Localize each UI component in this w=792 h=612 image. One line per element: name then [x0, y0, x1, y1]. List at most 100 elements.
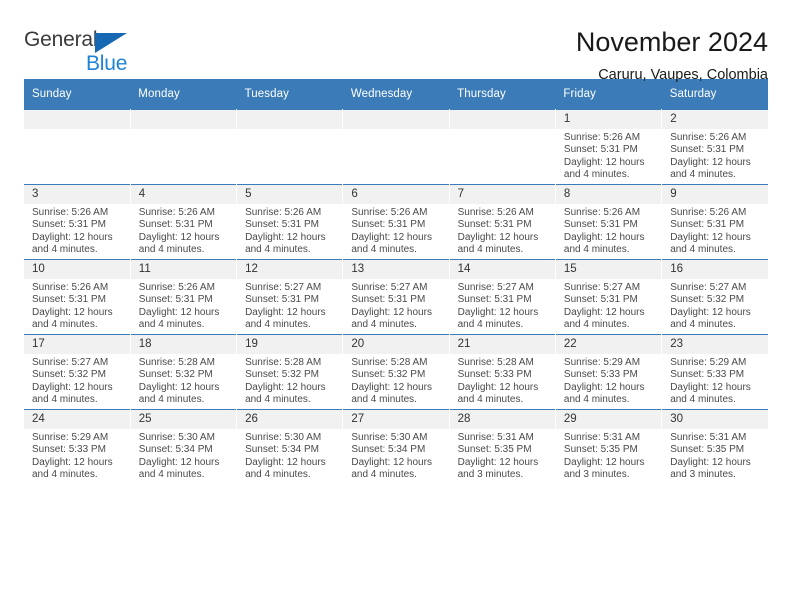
day-details: Sunrise: 5:31 AM Sunset: 5:35 PM Daylight:…	[556, 429, 661, 482]
calendar-day-cell[interactable]: 21 Sunrise: 5:28 AM Sunset: 5:33 PM Dayligh…	[449, 334, 556, 410]
calendar-day-cell[interactable]: 1 Sunrise: 5:26 AM Sunset: 5:31 PM Daylight…	[555, 109, 663, 185]
day-number: 30	[662, 410, 768, 429]
day-number: 14	[449, 260, 555, 279]
day-number	[24, 110, 130, 129]
calendar-day-cell[interactable]: 26 Sunrise: 5:30 AM Sunset: 5:34 PM Dayligh…	[236, 409, 344, 484]
day-number: 12	[237, 260, 343, 279]
day-number: 8	[555, 185, 662, 204]
calendar-day-cell[interactable]: 28 Sunrise: 5:31 AM Sunset: 5:35 PM Dayligh…	[449, 409, 556, 484]
sunset-text: Sunset: 5:33 PM	[563, 369, 638, 381]
calendar-day-cell[interactable]: 29 Sunrise: 5:31 AM Sunset: 5:35 PM Dayligh…	[555, 409, 663, 484]
calendar-day-cell[interactable]: 25 Sunrise: 5:30 AM Sunset: 5:34 PM Dayligh…	[130, 409, 238, 484]
day-number: 11	[130, 260, 237, 279]
sunset-text: Sunset: 5:31 PM	[670, 219, 745, 231]
calendar-day-cell[interactable]: 14 Sunrise: 5:27 AM Sunset: 5:31 PM Dayligh…	[449, 259, 556, 335]
sunset-text: Sunset: 5:31 PM	[563, 294, 638, 306]
sunrise-text: Sunrise: 5:26 AM	[670, 207, 747, 218]
sunset-text: Sunset: 5:33 PM	[670, 369, 745, 381]
day-number: 23	[662, 335, 768, 354]
sunrise-text: Sunrise: 5:26 AM	[138, 282, 215, 293]
sunset-text: Sunset: 5:35 PM	[670, 444, 745, 456]
day-number: 25	[130, 410, 237, 429]
day-cell-inner: 9 Sunrise: 5:26 AM Sunset: 5:31 PM Daylight…	[662, 185, 768, 259]
sunrise-text: Sunrise: 5:29 AM	[32, 432, 109, 443]
day-number: 21	[449, 335, 555, 354]
daylight-text: Daylight: 12 hours and 4 minutes.	[563, 231, 645, 256]
sunset-text: Sunset: 5:34 PM	[351, 444, 426, 456]
calendar-day-cell[interactable]: 22 Sunrise: 5:29 AM Sunset: 5:33 PM Dayligh…	[555, 334, 663, 410]
calendar-day-cell[interactable]: 19 Sunrise: 5:28 AM Sunset: 5:32 PM Dayligh…	[236, 334, 344, 410]
sunset-text: Sunset: 5:31 PM	[457, 294, 532, 306]
calendar-day-cell[interactable]: 27 Sunrise: 5:30 AM Sunset: 5:34 PM Dayligh…	[342, 409, 450, 484]
calendar-day-cell[interactable]: 3 Sunrise: 5:26 AM Sunset: 5:31 PM Daylight…	[24, 184, 131, 260]
logo-triangle-icon	[95, 33, 127, 53]
calendar-week-row: 10 Sunrise: 5:26 AM Sunset: 5:31 PM Dayligh…	[24, 259, 768, 335]
day-details: Sunrise: 5:26 AM Sunset: 5:31 PM Daylight:…	[131, 204, 236, 257]
calendar-day-cell[interactable]: 18 Sunrise: 5:28 AM Sunset: 5:32 PM Dayligh…	[130, 334, 238, 410]
day-number: 20	[343, 335, 449, 354]
calendar-day-cell[interactable]: 30 Sunrise: 5:31 AM Sunset: 5:35 PM Dayligh…	[661, 409, 768, 484]
sunset-text: Sunset: 5:32 PM	[670, 294, 745, 306]
day-cell-inner	[449, 110, 555, 184]
calendar-day-cell[interactable]: 7 Sunrise: 5:26 AM Sunset: 5:31 PM Daylight…	[449, 184, 556, 260]
calendar-day-cell[interactable]: 6 Sunrise: 5:26 AM Sunset: 5:31 PM Daylight…	[342, 184, 450, 260]
calendar-day-cell[interactable]: 15 Sunrise: 5:27 AM Sunset: 5:31 PM Dayligh…	[555, 259, 663, 335]
sunset-text: Sunset: 5:34 PM	[138, 444, 213, 456]
title-block: November 2024 Caruru, Vaupes, Colombia	[144, 26, 768, 86]
day-number: 5	[237, 185, 343, 204]
calendar-week-row: 17 Sunrise: 5:27 AM Sunset: 5:32 PM Dayligh…	[24, 334, 768, 410]
calendar-day-cell[interactable]: 4 Sunrise: 5:26 AM Sunset: 5:31 PM Daylight…	[130, 184, 238, 260]
sunrise-text: Sunrise: 5:28 AM	[245, 357, 322, 368]
calendar-day-cell[interactable]: 11 Sunrise: 5:26 AM Sunset: 5:31 PM Dayligh…	[130, 259, 238, 335]
sunrise-text: Sunrise: 5:26 AM	[351, 207, 428, 218]
daylight-text: Daylight: 12 hours and 4 minutes.	[32, 456, 113, 481]
day-details: Sunrise: 5:31 AM Sunset: 5:35 PM Daylight:…	[450, 429, 555, 482]
sunrise-text: Sunrise: 5:28 AM	[138, 357, 215, 368]
day-cell-inner: 28 Sunrise: 5:31 AM Sunset: 5:35 PM Dayligh…	[449, 410, 555, 484]
calendar-day-cell[interactable]: 8 Sunrise: 5:26 AM Sunset: 5:31 PM Daylight…	[555, 184, 663, 260]
month-calendar: Sunday Monday Tuesday Wednesday Thursday…	[24, 79, 768, 484]
day-number: 24	[24, 410, 130, 429]
day-number: 1	[555, 110, 662, 129]
calendar-day-cell[interactable]: 5 Sunrise: 5:26 AM Sunset: 5:31 PM Daylight…	[236, 184, 344, 260]
calendar-day-cell[interactable]: 12 Sunrise: 5:27 AM Sunset: 5:31 PM Dayligh…	[236, 259, 344, 335]
calendar-day-cell[interactable]: 16 Sunrise: 5:27 AM Sunset: 5:32 PM Dayligh…	[661, 259, 768, 335]
calendar-day-cell[interactable]: 9 Sunrise: 5:26 AM Sunset: 5:31 PM Daylight…	[661, 184, 768, 260]
sunset-text: Sunset: 5:33 PM	[457, 369, 532, 381]
day-number	[237, 110, 343, 129]
sunset-text: Sunset: 5:31 PM	[670, 144, 745, 156]
day-details: Sunrise: 5:26 AM Sunset: 5:31 PM Daylight:…	[343, 204, 448, 257]
daylight-text: Daylight: 12 hours and 3 minutes.	[563, 456, 645, 481]
daylight-text: Daylight: 12 hours and 4 minutes.	[670, 381, 751, 406]
daylight-text: Daylight: 12 hours and 4 minutes.	[457, 306, 539, 331]
calendar-day-cell[interactable]: 20 Sunrise: 5:28 AM Sunset: 5:32 PM Dayligh…	[342, 334, 450, 410]
page-subtitle: Caruru, Vaupes, Colombia	[598, 67, 768, 83]
daylight-text: Daylight: 12 hours and 4 minutes.	[32, 306, 113, 331]
general-blue-logo[interactable]: General Blue	[24, 26, 144, 82]
calendar-day-cell[interactable]: 23 Sunrise: 5:29 AM Sunset: 5:33 PM Dayligh…	[661, 334, 768, 410]
calendar-day-cell[interactable]: 13 Sunrise: 5:27 AM Sunset: 5:31 PM Dayligh…	[342, 259, 450, 335]
sunset-text: Sunset: 5:31 PM	[351, 294, 426, 306]
day-number: 9	[662, 185, 768, 204]
daylight-text: Daylight: 12 hours and 4 minutes.	[138, 306, 220, 331]
day-cell-inner	[24, 110, 130, 184]
sunset-text: Sunset: 5:35 PM	[563, 444, 638, 456]
day-cell-inner: 11 Sunrise: 5:26 AM Sunset: 5:31 PM Dayligh…	[130, 260, 237, 334]
day-cell-inner: 13 Sunrise: 5:27 AM Sunset: 5:31 PM Dayligh…	[343, 260, 449, 334]
logo-text-blue: Blue	[86, 52, 128, 75]
calendar-day-cell[interactable]: 24 Sunrise: 5:29 AM Sunset: 5:33 PM Dayligh…	[24, 409, 131, 484]
sunset-text: Sunset: 5:32 PM	[245, 369, 319, 381]
daylight-text: Daylight: 12 hours and 4 minutes.	[351, 381, 432, 406]
day-details: Sunrise: 5:26 AM Sunset: 5:31 PM Daylight:…	[450, 204, 555, 257]
day-details: Sunrise: 5:27 AM Sunset: 5:31 PM Daylight:…	[343, 279, 448, 332]
day-cell-inner: 18 Sunrise: 5:28 AM Sunset: 5:32 PM Dayligh…	[130, 335, 237, 409]
daylight-text: Daylight: 12 hours and 4 minutes.	[138, 231, 220, 256]
calendar-day-cell[interactable]: 2 Sunrise: 5:26 AM Sunset: 5:31 PM Daylight…	[661, 109, 768, 185]
calendar-day-cell[interactable]: 10 Sunrise: 5:26 AM Sunset: 5:31 PM Dayligh…	[24, 259, 131, 335]
day-cell-inner: 26 Sunrise: 5:30 AM Sunset: 5:34 PM Dayligh…	[237, 410, 343, 484]
daylight-text: Daylight: 12 hours and 4 minutes.	[138, 456, 220, 481]
day-details: Sunrise: 5:26 AM Sunset: 5:31 PM Daylight:…	[556, 129, 661, 182]
calendar-page: General Blue November 2024 Caruru, Vaupe…	[0, 0, 792, 612]
calendar-day-cell[interactable]: 17 Sunrise: 5:27 AM Sunset: 5:32 PM Dayligh…	[24, 334, 131, 410]
calendar-day-cell-empty	[342, 109, 450, 185]
